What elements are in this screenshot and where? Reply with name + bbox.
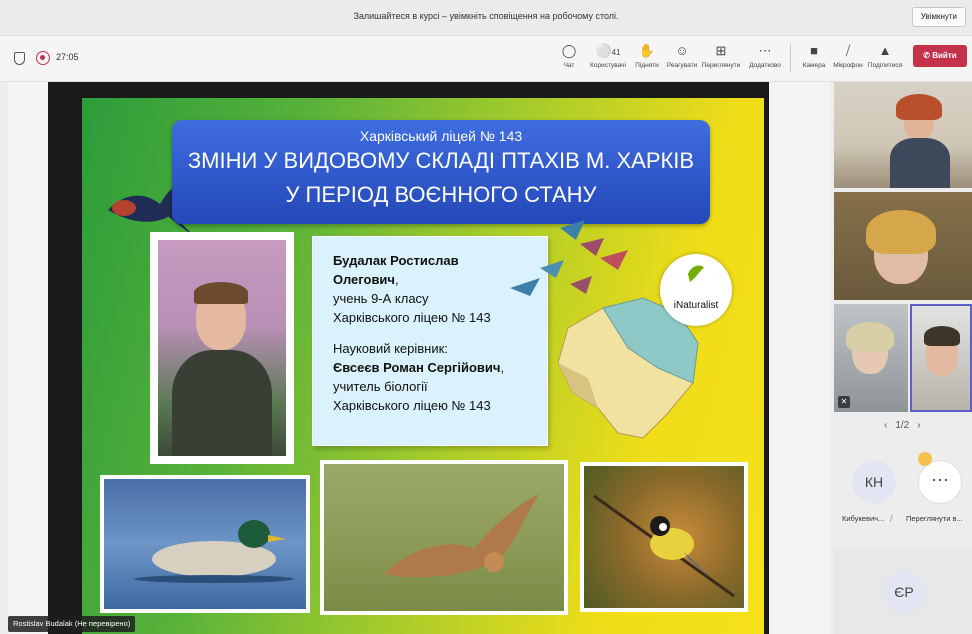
- mic-off-icon: ⧸: [890, 514, 893, 523]
- bird-leaf-icon: [688, 265, 704, 282]
- meeting-timer: 27:05: [56, 52, 79, 62]
- participant-video-tile-active[interactable]: [910, 304, 972, 412]
- view-button[interactable]: ⊞ Переглянути: [698, 42, 744, 69]
- chevron-right-icon[interactable]: ›: [917, 420, 920, 431]
- author-school: Харківського ліцею № 143: [333, 310, 491, 325]
- view-more-label: Переглянути в...: [906, 514, 963, 523]
- supervisor-label: Науковий керівник:: [333, 341, 448, 356]
- slide-title-line1: ЗМІНИ У ВИДОВОМУ СКЛАДІ ПТАХІВ М. ХАРКІВ: [187, 148, 695, 173]
- more-participants-button[interactable]: ⋯: [918, 460, 962, 504]
- participant-avatar[interactable]: КН: [852, 460, 896, 504]
- notification-text: Залишайтеся в курсі – увімкніть сповіщен…: [353, 11, 619, 21]
- participant-name: Кибукевич...: [842, 514, 885, 523]
- participants-pager[interactable]: ‹ 1/2 ›: [880, 420, 925, 431]
- participant-video-tile[interactable]: [834, 192, 972, 300]
- presenter-name-caption: Rostislav Budalak (Не перевірено): [8, 616, 136, 632]
- recording-icon: [36, 51, 50, 65]
- more-icon: ⋯: [758, 43, 772, 58]
- kestrel-photo: [320, 460, 568, 615]
- raised-hand-icon: [918, 452, 932, 466]
- mic-off-icon: ✕: [838, 396, 850, 408]
- slide-title-line2: У ПЕРІОД ВОЄННОГО СТАНУ: [285, 182, 597, 207]
- flying-birds-illustration: [510, 220, 628, 296]
- supervisor-name: Євсеєв Роман Сергійович: [333, 360, 501, 375]
- share-icon: ▲: [878, 43, 892, 58]
- view-icon: ⊞: [715, 43, 727, 58]
- meeting-toolbar: 27:05 ◯ Чат ⚪41 Користувачі ✋ Підняти ☺ …: [0, 36, 972, 82]
- shield-icon: [14, 52, 25, 65]
- author-role: учень 9-А класу: [333, 291, 429, 306]
- more-button[interactable]: ⋯ Додатково: [742, 42, 788, 69]
- duck-photo: [100, 475, 310, 613]
- inaturalist-logo: iNaturalist: [660, 254, 732, 326]
- notification-bar: Залишайтеся в курсі – увімкніть сповіщен…: [0, 0, 972, 36]
- participant-video-tile[interactable]: [834, 82, 972, 188]
- great-tit-photo: [580, 462, 748, 612]
- participant-avatar[interactable]: ЄР: [882, 570, 926, 614]
- leave-button[interactable]: ✆ Вийти: [913, 45, 967, 67]
- supervisor-role: учитель біології: [333, 379, 428, 394]
- inaturalist-label: iNaturalist: [673, 300, 719, 311]
- teams-meeting-window: Залишайтеся в курсі – увімкніть сповіщен…: [0, 0, 972, 634]
- participant-video-tile[interactable]: ✕: [834, 304, 908, 412]
- school-name: Харківський ліцей № 143: [359, 128, 523, 144]
- enable-notifications-button[interactable]: Увімкнути: [911, 7, 966, 27]
- student-photo: [150, 232, 294, 464]
- share-button[interactable]: ▲ Поділитися: [862, 42, 908, 69]
- chevron-left-icon[interactable]: ‹: [884, 420, 887, 431]
- supervisor-school: Харківського ліцею № 143: [333, 398, 491, 413]
